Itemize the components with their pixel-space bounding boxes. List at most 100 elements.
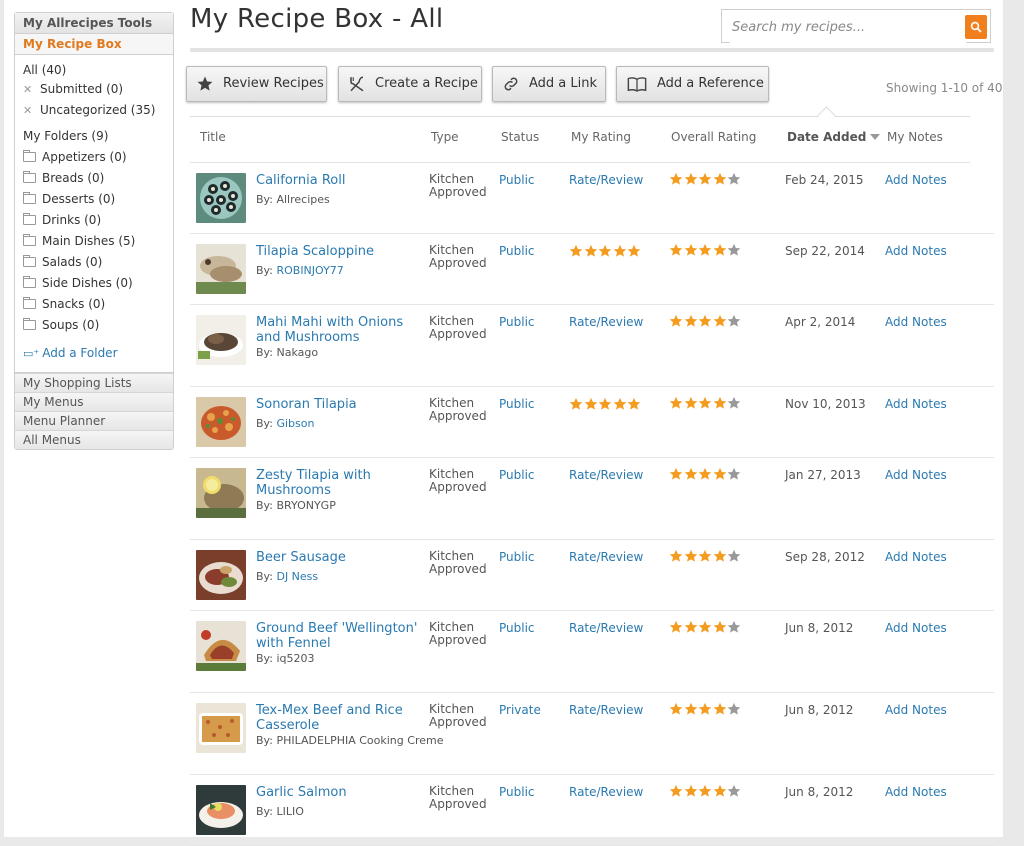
recipe-title-link[interactable]: California Roll [256,173,426,188]
rate-review-link[interactable]: Rate/Review [569,703,643,717]
recipe-thumbnail[interactable] [196,785,246,835]
add-notes-link[interactable]: Add Notes [885,468,947,482]
folder-icon [23,318,36,330]
column-title[interactable]: Title [200,130,226,144]
sort-indicator-notch [817,106,836,125]
recipe-status-link[interactable]: Public [499,244,535,258]
add-notes-link[interactable]: Add Notes [885,397,947,411]
recipe-thumbnail[interactable] [196,468,246,518]
search-button[interactable] [965,15,987,39]
sidebar-link-all-menus[interactable]: All Menus [15,430,173,449]
star-filled-icon [713,784,727,798]
add-notes-link[interactable]: Add Notes [885,550,947,564]
recipe-title-link[interactable]: Beer Sausage [256,550,426,565]
recipe-status-link[interactable]: Private [499,703,541,717]
sidebar-link-my-menus[interactable]: My Menus [15,392,173,411]
page: My Allrecipes Tools My Recipe Box All (4… [4,0,1003,846]
rate-review-link[interactable]: Rate/Review [569,173,643,187]
recipe-author-name[interactable]: ROBINJOY77 [276,264,343,277]
date-added: Apr 2, 2014 [785,315,856,329]
rate-review-link[interactable]: Rate/Review [569,468,643,482]
my-rating-stars[interactable] [569,244,642,261]
add-notes-link[interactable]: Add Notes [885,703,947,717]
my-rating[interactable]: Rate/Review [569,550,643,564]
my-rating[interactable]: Rate/Review [569,173,643,187]
recipe-author-name[interactable]: DJ Ness [276,570,318,583]
column-my-rating[interactable]: My Rating [571,130,631,144]
recipe-thumbnail[interactable] [196,244,246,294]
my-rating[interactable]: Rate/Review [569,468,643,482]
my-rating[interactable]: Rate/Review [569,315,643,329]
my-rating[interactable]: Rate/Review [569,785,643,799]
recipe-title-link[interactable]: Zesty Tilapia with Mushrooms [256,468,426,498]
recipe-thumbnail[interactable] [196,173,246,223]
column-type[interactable]: Type [431,130,459,144]
rate-review-link[interactable]: Rate/Review [569,785,643,799]
recipe-thumbnail[interactable] [196,621,246,671]
recipe-thumbnail[interactable] [196,397,246,447]
search-input[interactable] [730,11,966,43]
recipe-thumbnail[interactable] [196,703,246,753]
add-folder-link[interactable]: ▭⁺ Add a Folder [15,336,173,366]
recipe-status-link[interactable]: Public [499,315,535,329]
column-date-added[interactable]: Date Added [787,130,881,144]
rate-review-link[interactable]: Rate/Review [569,315,643,329]
recipe-title-link[interactable]: Mahi Mahi with Onions and Mushrooms [256,315,426,345]
sidebar-tools-heading[interactable]: My Allrecipes Tools [15,13,173,34]
recipe-author-name[interactable]: Gibson [276,417,314,430]
rate-review-link[interactable]: Rate/Review [569,621,643,635]
recipe-title-link[interactable]: Tex-Mex Beef and Rice Casserole [256,703,426,733]
recipe-status-link[interactable]: Public [499,397,535,411]
overall-rating [669,702,742,719]
my-rating[interactable] [569,244,642,261]
sidebar-folder-item[interactable]: Breads (0) [15,168,173,189]
star-filled-icon [684,784,698,798]
add-link-button[interactable]: Add a Link [492,66,606,102]
sidebar-folder-item[interactable]: Snacks (0) [15,294,173,315]
sidebar-item-uncategorized[interactable]: ✕ Uncategorized (35) [15,100,173,121]
sidebar-folder-item[interactable]: Appetizers (0) [15,147,173,168]
recipe-author-name: BRYONYGP [276,499,336,512]
add-notes-link[interactable]: Add Notes [885,173,947,187]
recipe-title-link[interactable]: Ground Beef 'Wellington' with Fennel [256,621,426,651]
column-overall-rating[interactable]: Overall Rating [671,130,756,144]
recipe-thumbnail[interactable] [196,550,246,600]
my-rating[interactable]: Rate/Review [569,703,643,717]
overall-rating [669,172,742,189]
my-rating[interactable] [569,397,642,414]
column-my-notes[interactable]: My Notes [887,130,943,144]
column-status[interactable]: Status [501,130,539,144]
recipe-status-link[interactable]: Public [499,785,535,799]
recipe-status-link[interactable]: Public [499,621,535,635]
recipe-status-link[interactable]: Public [499,550,535,564]
add-reference-button[interactable]: Add a Reference [616,66,769,102]
my-rating[interactable]: Rate/Review [569,621,643,635]
recipe-status-link[interactable]: Public [499,173,535,187]
sidebar-item-all[interactable]: All (40) [15,61,173,79]
review-recipes-button[interactable]: Review Recipes [186,66,327,102]
sidebar-folder-item[interactable]: Side Dishes (0) [15,273,173,294]
add-notes-link[interactable]: Add Notes [885,315,947,329]
rate-review-link[interactable]: Rate/Review [569,550,643,564]
my-rating-stars[interactable] [569,397,642,414]
sidebar-folder-item[interactable]: Salads (0) [15,252,173,273]
recipe-thumbnail[interactable] [196,315,246,365]
recipe-title-link[interactable]: Garlic Salmon [256,785,426,800]
sidebar-item-submitted[interactable]: ✕ Submitted (0) [15,79,173,100]
sidebar-folder-item[interactable]: Drinks (0) [15,210,173,231]
add-notes-link[interactable]: Add Notes [885,244,947,258]
star-filled-icon [613,244,627,258]
recipe-title-link[interactable]: Tilapia Scaloppine [256,244,426,259]
recipe-status-link[interactable]: Public [499,468,535,482]
sidebar-folders-heading[interactable]: My Folders (9) [15,126,173,147]
add-notes-link[interactable]: Add Notes [885,621,947,635]
sidebar-link-menu-planner[interactable]: Menu Planner [15,411,173,430]
sidebar-folder-item[interactable]: Main Dishes (5) [15,231,173,252]
sidebar-recipe-box-heading[interactable]: My Recipe Box [15,34,173,55]
sidebar-link-shopping-lists[interactable]: My Shopping Lists [15,373,173,392]
recipe-title-link[interactable]: Sonoran Tilapia [256,397,426,412]
add-notes-link[interactable]: Add Notes [885,785,947,799]
create-recipe-button[interactable]: Create a Recipe [338,66,482,102]
sidebar-folder-item[interactable]: Desserts (0) [15,189,173,210]
sidebar-folder-item[interactable]: Soups (0) [15,315,173,336]
